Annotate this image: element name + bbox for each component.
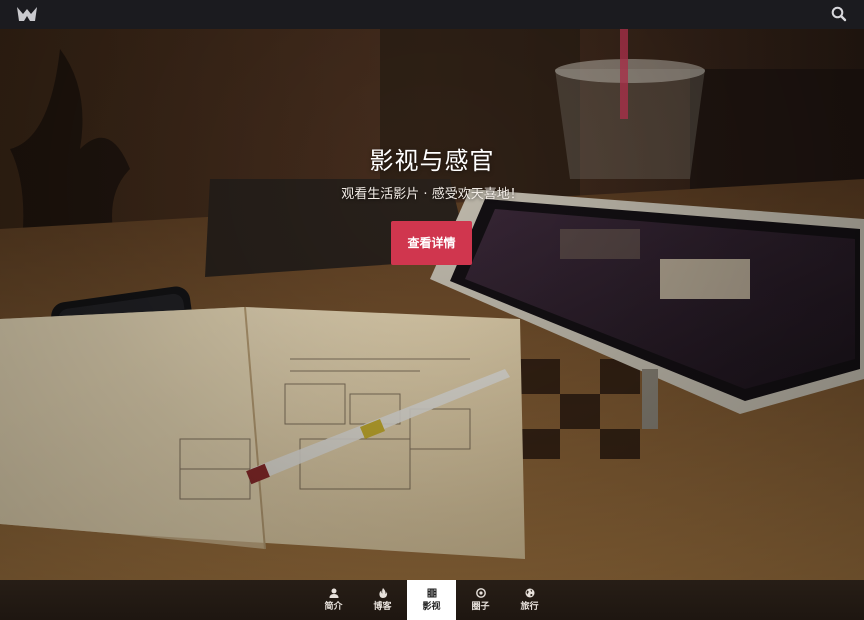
nav-label-intro: 简介	[324, 602, 343, 612]
nav-item-travel[interactable]: 旅行	[505, 580, 554, 620]
nav-item-circle[interactable]: 圈子	[456, 580, 505, 620]
globe-icon	[525, 588, 534, 598]
flame-icon	[378, 588, 387, 598]
person-icon	[329, 588, 338, 598]
nav-item-blog[interactable]: 博客	[358, 580, 407, 620]
nav-label-travel: 旅行	[520, 602, 539, 612]
film-icon	[427, 588, 436, 598]
nav-label-film: 影视	[422, 602, 441, 612]
hero-title: 影视与感官	[369, 147, 495, 175]
hero-overlay	[0, 29, 864, 580]
view-details-button[interactable]: 查看详情	[391, 221, 472, 265]
nav-item-film[interactable]: 影视	[407, 580, 456, 620]
bottom-nav: 简介 博客 影视 圈子 旅行	[309, 580, 554, 620]
page: 影视与感官 观看生活影片 · 感受欢天喜地！ 查看详情 简介 博客 影视 圈子 …	[0, 0, 864, 620]
search-icon[interactable]	[830, 5, 848, 23]
m-logo-icon[interactable]	[17, 6, 37, 22]
nav-label-circle: 圈子	[471, 602, 490, 612]
top-bar	[0, 0, 864, 29]
bottom-nav-bar: 简介 博客 影视 圈子 旅行	[0, 580, 864, 620]
hero-banner: 影视与感官 观看生活影片 · 感受欢天喜地！ 查看详情	[0, 29, 864, 580]
hero-subtitle: 观看生活影片 · 感受欢天喜地！	[341, 187, 523, 202]
nav-item-intro[interactable]: 简介	[309, 580, 358, 620]
nav-label-blog: 博客	[373, 602, 392, 612]
circle-target-icon	[475, 588, 486, 598]
